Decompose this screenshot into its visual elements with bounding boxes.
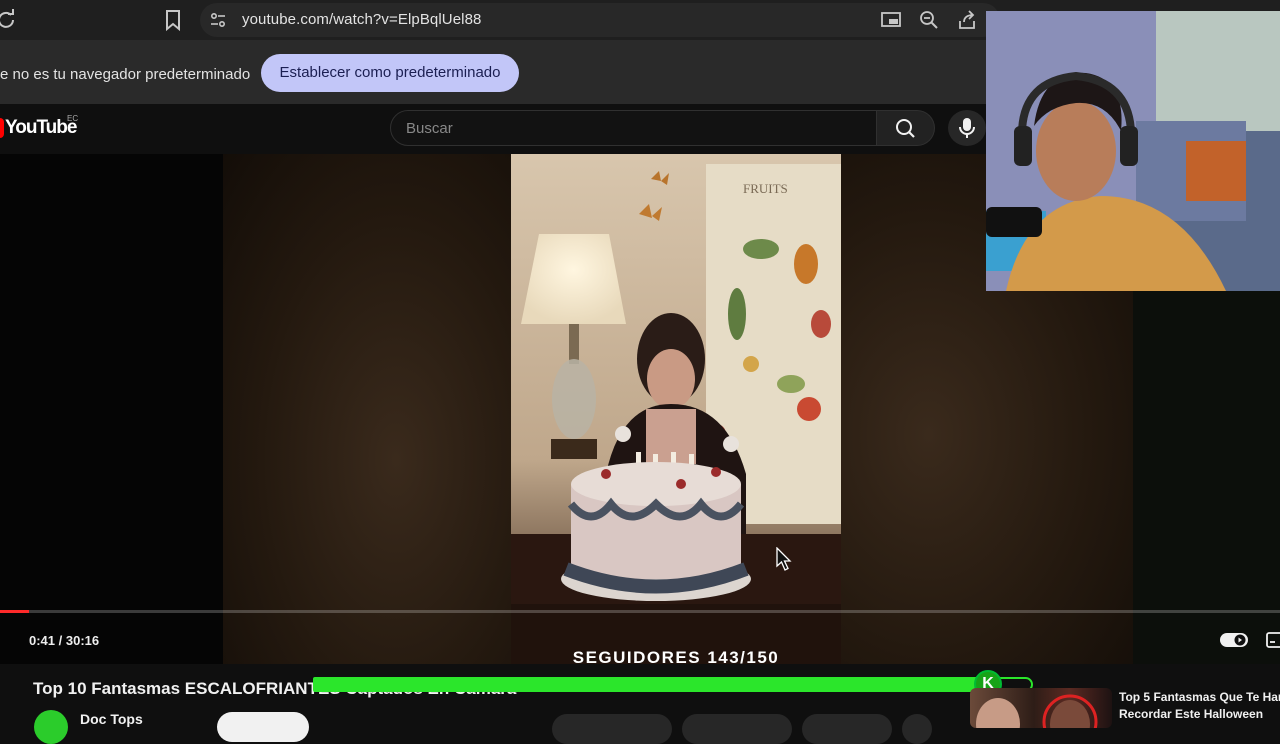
search-button[interactable] — [877, 110, 935, 146]
progress-bar[interactable] — [0, 610, 1280, 613]
voice-search-button[interactable] — [948, 110, 986, 146]
region-code: EC — [67, 114, 79, 123]
streamer-webcam — [986, 11, 1280, 291]
youtube-logo[interactable]: YouTube — [5, 117, 77, 139]
save-button[interactable] — [802, 714, 892, 744]
set-default-button[interactable]: Establecer como predeterminado — [261, 54, 519, 92]
subscribe-button[interactable] — [217, 712, 309, 742]
poster-text: FRUITS — [743, 181, 788, 196]
mic-icon — [959, 118, 975, 138]
channel-avatar[interactable] — [34, 710, 68, 744]
progress-fill — [0, 610, 29, 613]
search-input[interactable] — [390, 110, 877, 146]
search-placeholder[interactable]: Buscar — [406, 120, 453, 137]
bookmark-icon[interactable] — [160, 8, 186, 32]
zoom-icon[interactable] — [918, 9, 940, 31]
youtube-logo-icon[interactable] — [0, 118, 4, 138]
captions-icon[interactable] — [1266, 631, 1280, 649]
more-button[interactable] — [902, 714, 932, 744]
site-info-icon[interactable] — [208, 10, 228, 30]
video-ambient-left — [223, 154, 511, 664]
url-text[interactable]: youtube.com/watch?v=ElpBqlUel88 — [242, 11, 482, 28]
like-dislike-button[interactable] — [552, 714, 672, 744]
recommended-title-line2[interactable]: Recordar Este Halloween — [1119, 707, 1263, 721]
share-button[interactable] — [682, 714, 792, 744]
search-icon — [896, 119, 915, 138]
reload-icon[interactable] — [0, 8, 18, 32]
cursor-icon — [776, 546, 792, 571]
infobar-text: e no es tu navegador predeterminado — [0, 66, 251, 83]
follower-goal-bar — [313, 677, 993, 692]
video-frame[interactable]: FRUITS — [511, 154, 841, 664]
recommended-thumbnail[interactable] — [970, 688, 1112, 728]
share-icon[interactable] — [956, 9, 978, 31]
cast-icon[interactable] — [880, 10, 902, 30]
autoplay-toggle-icon[interactable] — [1220, 632, 1248, 648]
video-actions — [552, 714, 932, 744]
time-display: 0:41 / 30:16 — [29, 633, 100, 648]
recommended-title[interactable]: Top 5 Fantasmas Que Te Haran — [1119, 690, 1280, 704]
channel-name[interactable]: Doc Tops — [80, 711, 143, 727]
